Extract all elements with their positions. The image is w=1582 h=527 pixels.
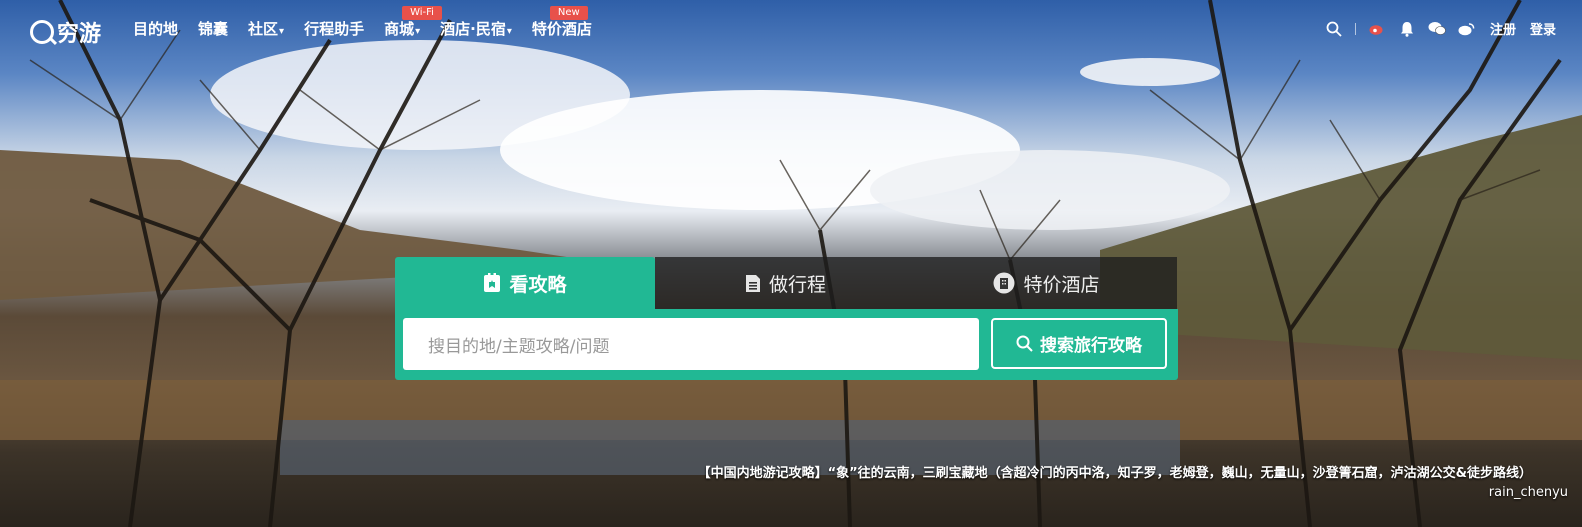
tab-itinerary[interactable]: 做行程 <box>655 257 916 309</box>
nav-item-label: 社区 <box>248 20 279 38</box>
wechat-icon[interactable] <box>1428 20 1446 38</box>
nav-item-community[interactable]: 社区▾ <box>248 18 284 39</box>
search-icon <box>1016 335 1033 352</box>
nav-item-itinerary[interactable]: 行程助手 <box>304 18 364 39</box>
nav-item-label: 行程助手 <box>304 20 365 38</box>
tab-label: 做行程 <box>768 273 826 296</box>
nav-item-guides[interactable]: 锦囊 <box>198 18 228 39</box>
search-panel: 搜目的地/主题攻略/问题 搜索旅行攻略 <box>395 309 1178 380</box>
tab-hotel-deals[interactable]: 特价酒店 <box>916 257 1177 309</box>
weibo-icon[interactable] <box>1458 20 1476 38</box>
top-nav: 穷游 目的地 锦囊 社区▾ 行程助手 Wi-Fi 商城▾ 酒店·民宿▾ New 特价… <box>0 0 1582 58</box>
bookmark-icon <box>483 273 501 293</box>
document-icon <box>745 274 761 293</box>
nav-item-hotels[interactable]: 酒店·民宿▾ <box>440 18 512 39</box>
tab-guides[interactable]: 看攻略 <box>395 257 655 309</box>
nav-item-label: 目的地 <box>133 20 179 38</box>
featured-article-title[interactable]: 【中国内地游记攻略】“象”往的云南，三刷宝藏地（含超冷门的丙中洛，知子罗，老姆登… <box>698 462 1532 481</box>
search-input[interactable]: 搜目的地/主题攻略/问题 <box>403 318 979 370</box>
tab-label: 特价酒店 <box>1023 273 1100 296</box>
chevron-down-icon: ▾ <box>279 26 285 37</box>
search-icon[interactable] <box>1325 20 1343 38</box>
chevron-down-icon: ▾ <box>506 26 512 37</box>
search-widget: 看攻略 做行程 特价酒店 搜目的地/主题攻略/问题 搜索旅行攻略 <box>395 257 1178 380</box>
divider <box>1354 22 1356 35</box>
logo-text: 穷游 <box>57 22 102 47</box>
login-link[interactable]: 登录 <box>1530 19 1556 38</box>
bell-icon[interactable] <box>1398 20 1416 38</box>
tab-label: 看攻略 <box>509 273 567 296</box>
chevron-down-icon: ▾ <box>415 26 421 37</box>
hotel-icon <box>993 272 1015 294</box>
nav-item-label: 锦囊 <box>198 20 229 38</box>
weibo-red-icon[interactable] <box>1368 20 1386 38</box>
nav-actions: 注册 登录 <box>1313 19 1556 38</box>
nav-item-shop[interactable]: Wi-Fi 商城▾ <box>384 6 442 39</box>
search-button-label: 搜索旅行攻略 <box>1040 336 1142 356</box>
photo-author: rain_chenyu <box>1488 485 1568 500</box>
nav-item-deals[interactable]: New 特价酒店 <box>531 6 592 39</box>
logo-q-icon <box>30 20 54 44</box>
hero-banner: 穷游 目的地 锦囊 社区▾ 行程助手 Wi-Fi 商城▾ 酒店·民宿▾ New 特价… <box>0 0 1582 527</box>
nav-item-destinations[interactable]: 目的地 <box>133 18 178 39</box>
wifi-badge: Wi-Fi <box>402 6 442 20</box>
logo[interactable]: 穷游 <box>30 16 101 48</box>
register-link[interactable]: 注册 <box>1490 19 1516 38</box>
nav-item-label: 商城 <box>384 20 415 38</box>
search-button[interactable]: 搜索旅行攻略 <box>991 318 1167 369</box>
nav-item-label: 酒店·民宿 <box>440 20 506 38</box>
nav-menu: 目的地 锦囊 社区▾ 行程助手 Wi-Fi 商城▾ 酒店·民宿▾ New 特价酒店 <box>133 6 612 39</box>
search-tabs: 看攻略 做行程 特价酒店 <box>395 257 1178 309</box>
nav-item-label: 特价酒店 <box>531 20 592 38</box>
new-badge: New <box>549 6 588 20</box>
